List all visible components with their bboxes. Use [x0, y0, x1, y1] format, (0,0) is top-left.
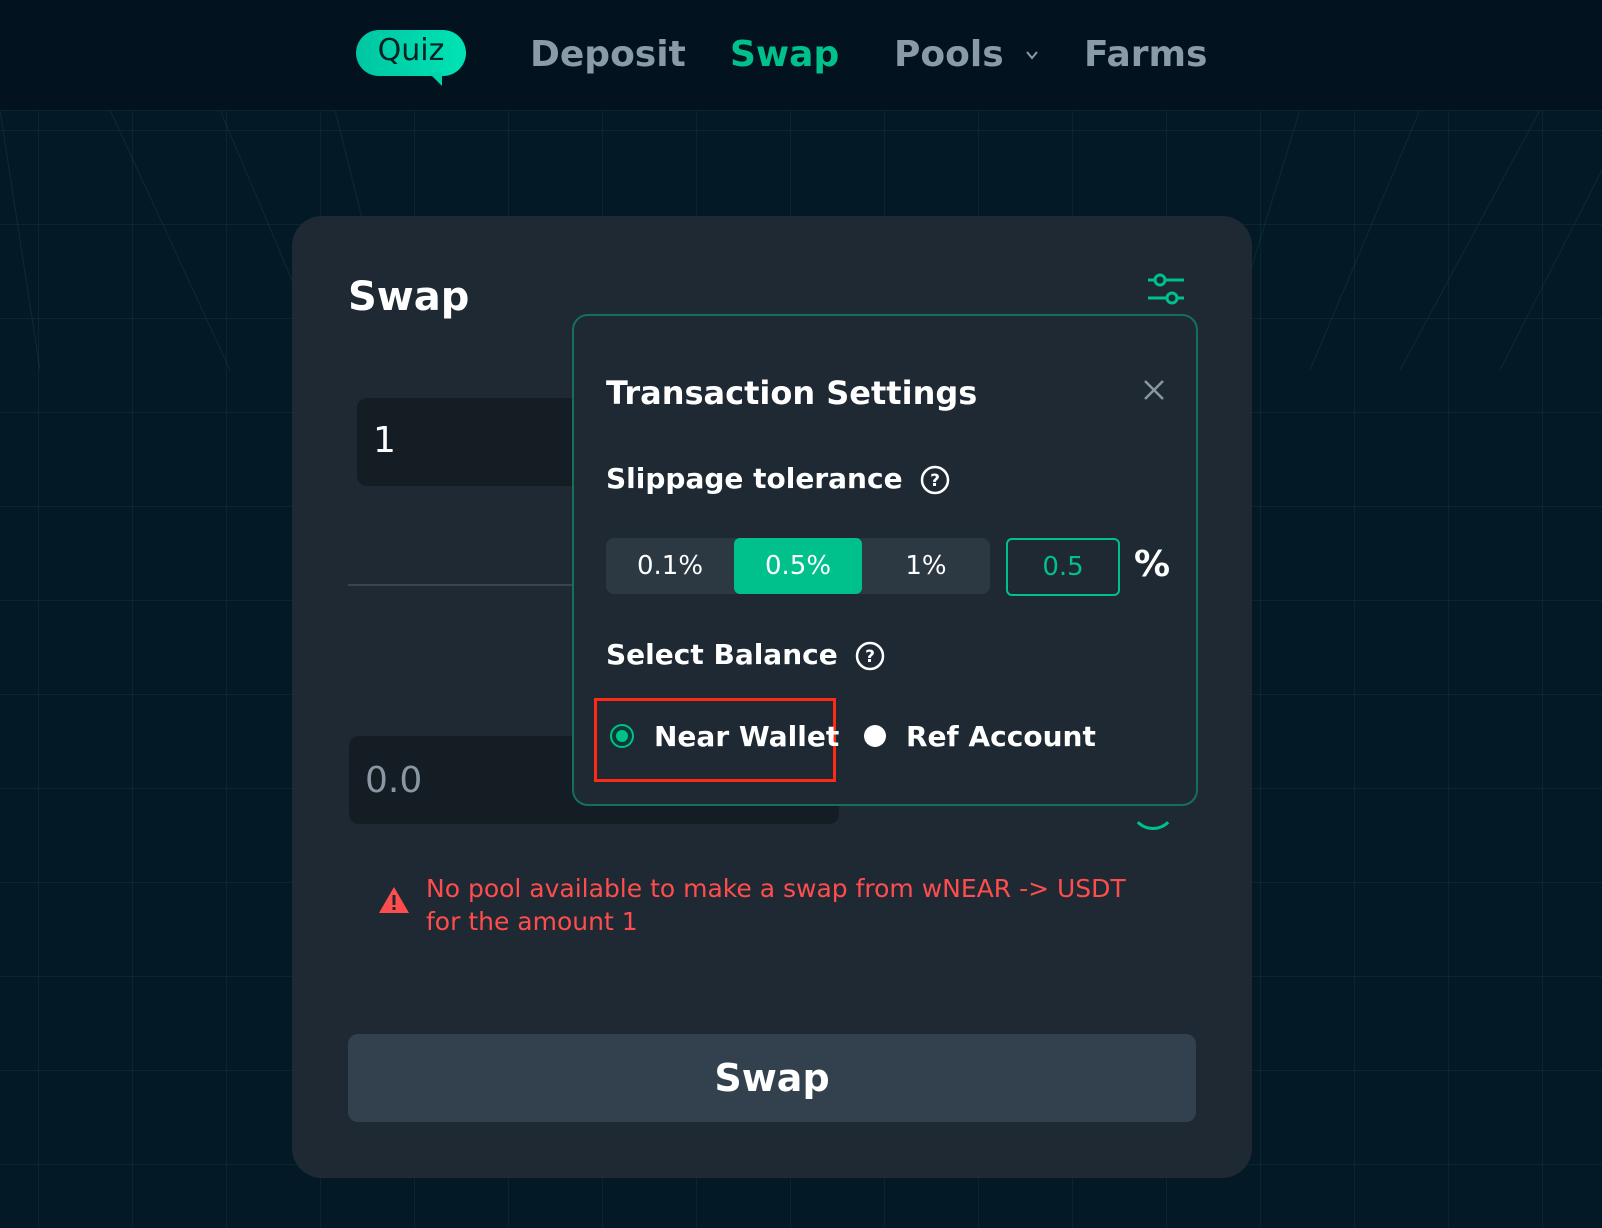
slippage-label-text: Slippage tolerance	[606, 462, 903, 495]
quiz-badge[interactable]: Quiz	[356, 30, 466, 76]
slippage-custom-input[interactable]	[1006, 538, 1120, 596]
nav-deposit[interactable]: Deposit	[530, 34, 686, 75]
nav-pools[interactable]: Pools	[894, 34, 1004, 75]
radio-ref-account[interactable]: Ref Account	[864, 714, 1096, 758]
close-icon[interactable]	[1142, 378, 1166, 402]
from-amount-value: 1	[373, 420, 396, 461]
swap-card-title: Swap	[348, 274, 470, 320]
radio-button-checked[interactable]	[610, 724, 634, 748]
error-text: No pool available to make a swap from wN…	[426, 874, 1126, 936]
swap-button[interactable]: Swap	[348, 1034, 1196, 1122]
chevron-down-icon[interactable]	[1025, 48, 1039, 62]
nav-swap[interactable]: Swap	[730, 34, 839, 75]
transaction-settings-popover: Transaction Settings Slippage tolerance …	[572, 314, 1198, 806]
warning-icon	[379, 887, 409, 913]
slippage-options: 0.1% 0.5% 1%	[606, 538, 990, 594]
help-icon[interactable]: ?	[855, 641, 885, 671]
top-nav: Quiz Deposit Swap Pools Farms	[0, 0, 1602, 111]
ref-account-label: Ref Account	[906, 719, 1096, 753]
svg-text:?: ?	[930, 471, 940, 491]
radio-near-wallet[interactable]: Near Wallet	[610, 714, 839, 758]
settings-sliders-icon[interactable]	[1146, 270, 1186, 310]
balance-label-text: Select Balance	[606, 638, 838, 671]
slippage-label: Slippage tolerance ?	[606, 462, 950, 495]
percent-sign: %	[1134, 544, 1171, 585]
to-amount-value: 0.0	[365, 760, 423, 801]
slippage-option-0.5[interactable]: 0.5%	[734, 538, 862, 594]
nav-farms[interactable]: Farms	[1084, 34, 1207, 75]
slippage-option-1[interactable]: 1%	[862, 538, 990, 594]
slippage-option-0.1[interactable]: 0.1%	[606, 538, 734, 594]
near-wallet-label: Near Wallet	[654, 719, 840, 753]
settings-title: Transaction Settings	[606, 374, 978, 412]
quiz-label: Quiz	[377, 33, 445, 68]
help-icon[interactable]: ?	[920, 465, 950, 495]
svg-text:?: ?	[866, 647, 876, 667]
radio-button-unchecked[interactable]	[864, 725, 886, 747]
balance-label: Select Balance ?	[606, 638, 885, 671]
quiz-badge-tail	[428, 72, 442, 86]
